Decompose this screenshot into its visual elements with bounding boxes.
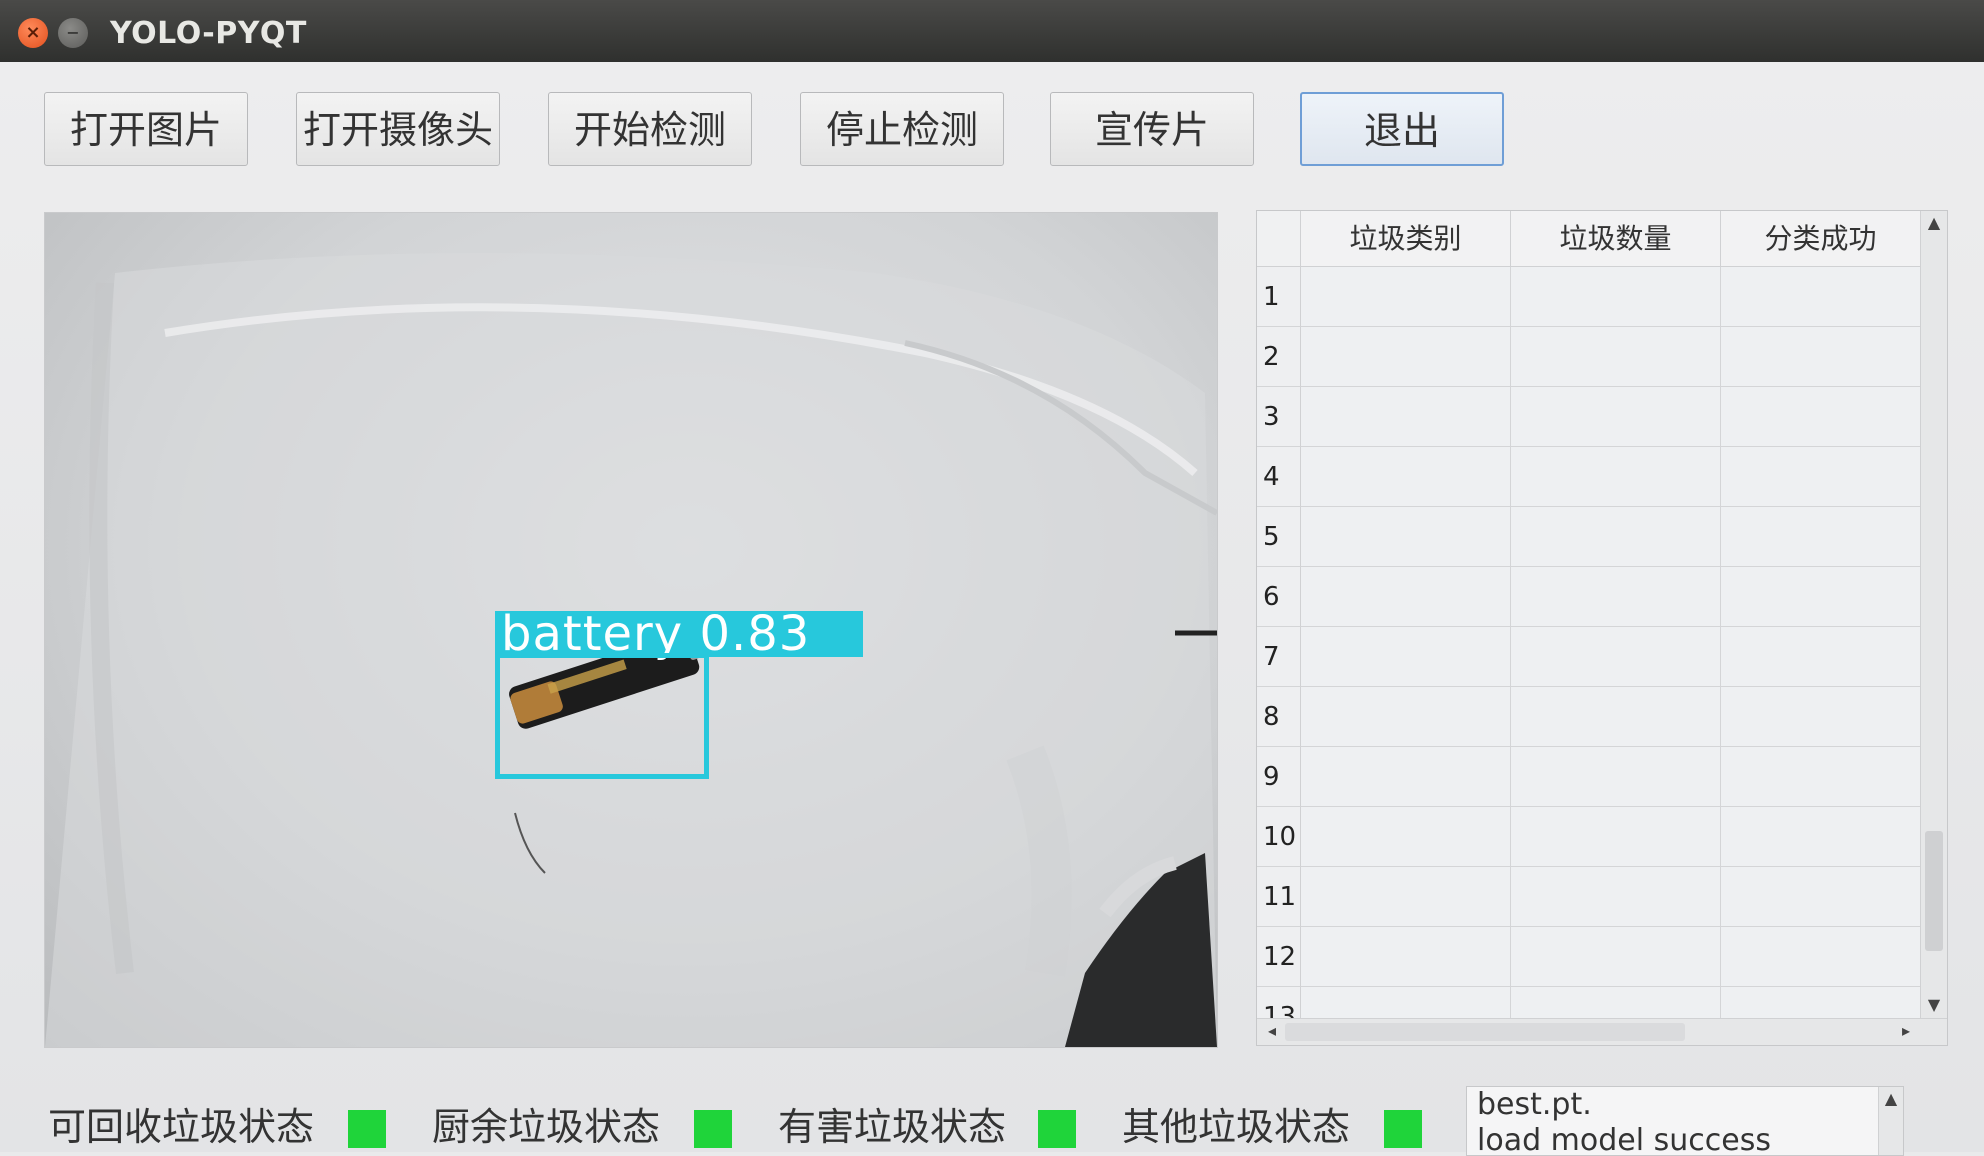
- table-cell[interactable]: [1511, 807, 1721, 867]
- table-cell[interactable]: [1721, 987, 1921, 1019]
- horizontal-scroll-thumb[interactable]: [1285, 1023, 1685, 1041]
- table-cell[interactable]: [1721, 387, 1921, 447]
- row-header[interactable]: 4: [1257, 447, 1301, 507]
- open-camera-button[interactable]: 打开摄像头: [296, 92, 500, 166]
- main-window: 打开图片 打开摄像头 开始检测 停止检测 宣传片 退出 battery 0.83: [0, 62, 1984, 1156]
- table-cell[interactable]: [1511, 567, 1721, 627]
- results-table[interactable]: 垃圾类别 垃圾数量 分类成功 1 2 3 4 5 6 7 8 9 10 11 12 13 ▲ ▼ ◂ ▸: [1256, 210, 1948, 1046]
- table-cell[interactable]: [1301, 867, 1511, 927]
- table-cell[interactable]: [1301, 507, 1511, 567]
- table-cell[interactable]: [1511, 867, 1721, 927]
- table-cell[interactable]: [1301, 387, 1511, 447]
- row-header[interactable]: 12: [1257, 927, 1301, 987]
- close-button[interactable]: ×: [18, 18, 48, 48]
- table-cell[interactable]: [1721, 867, 1921, 927]
- minimize-button[interactable]: −: [58, 18, 88, 48]
- table-cell[interactable]: [1511, 987, 1721, 1019]
- table-corner: [1257, 211, 1301, 267]
- log-line: load model success: [1477, 1123, 1771, 1156]
- table-cell[interactable]: [1721, 627, 1921, 687]
- column-header-success[interactable]: 分类成功: [1721, 211, 1921, 267]
- row-header[interactable]: 3: [1257, 387, 1301, 447]
- row-header[interactable]: 5: [1257, 507, 1301, 567]
- table-cell[interactable]: [1301, 927, 1511, 987]
- stop-detection-button[interactable]: 停止检测: [800, 92, 1004, 166]
- scroll-down-icon[interactable]: ▼: [1921, 995, 1947, 1014]
- table-cell[interactable]: [1721, 747, 1921, 807]
- column-header-count[interactable]: 垃圾数量: [1511, 211, 1721, 267]
- row-header[interactable]: 10: [1257, 807, 1301, 867]
- row-header[interactable]: 1: [1257, 267, 1301, 327]
- table-cell[interactable]: [1721, 687, 1921, 747]
- table-cell[interactable]: [1721, 567, 1921, 627]
- table-cell[interactable]: [1511, 447, 1721, 507]
- detection-image-view: battery 0.83: [44, 212, 1218, 1048]
- table-cell[interactable]: [1301, 627, 1511, 687]
- table-cell[interactable]: [1721, 807, 1921, 867]
- table-cell[interactable]: [1511, 687, 1721, 747]
- row-header[interactable]: 2: [1257, 327, 1301, 387]
- table-cell[interactable]: [1511, 507, 1721, 567]
- promo-video-button[interactable]: 宣传片: [1050, 92, 1254, 166]
- detection-label: battery 0.83: [495, 610, 863, 658]
- status-indicator-hazardous: [1038, 1110, 1076, 1148]
- table-cell[interactable]: [1511, 267, 1721, 327]
- row-header[interactable]: 7: [1257, 627, 1301, 687]
- vertical-scrollbar[interactable]: ▲ ▼: [1920, 211, 1947, 1019]
- exit-button[interactable]: 退出: [1300, 92, 1504, 166]
- table-cell[interactable]: [1511, 387, 1721, 447]
- status-label-other: 其他垃圾状态: [1122, 1105, 1351, 1149]
- log-line: best.pt.: [1477, 1087, 1592, 1122]
- scroll-left-icon[interactable]: ◂: [1259, 1021, 1285, 1040]
- status-label-hazardous: 有害垃圾状态: [778, 1105, 1007, 1149]
- table-cell[interactable]: [1511, 927, 1721, 987]
- detection-bounding-box: [495, 653, 709, 779]
- log-scrollbar[interactable]: ▲: [1878, 1087, 1903, 1155]
- table-cell[interactable]: [1721, 447, 1921, 507]
- row-header[interactable]: 13: [1257, 987, 1301, 1019]
- table-cell[interactable]: [1511, 627, 1721, 687]
- table-cell[interactable]: [1301, 327, 1511, 387]
- table-cell[interactable]: [1721, 927, 1921, 987]
- table-cell[interactable]: [1511, 327, 1721, 387]
- row-header[interactable]: 9: [1257, 747, 1301, 807]
- table-body: 1 2 3 4 5 6 7 8 9 10 11 12 13: [1257, 267, 1921, 1019]
- table-cell[interactable]: [1301, 987, 1511, 1019]
- vertical-scroll-thumb[interactable]: [1925, 831, 1943, 951]
- table-cell[interactable]: [1301, 567, 1511, 627]
- scroll-right-icon[interactable]: ▸: [1893, 1021, 1919, 1040]
- status-indicator-kitchen: [694, 1110, 732, 1148]
- column-header-category[interactable]: 垃圾类别: [1301, 211, 1511, 267]
- title-bar: × − YOLO-PYQT: [0, 0, 1984, 62]
- minimize-icon: −: [66, 23, 80, 42]
- close-icon: ×: [25, 22, 41, 43]
- status-label-recyclable: 可回收垃圾状态: [48, 1105, 315, 1149]
- log-output[interactable]: best.pt. load model success ▲: [1466, 1086, 1904, 1156]
- status-indicator-other: [1384, 1110, 1422, 1148]
- scroll-up-icon[interactable]: ▲: [1921, 213, 1947, 232]
- row-header[interactable]: 6: [1257, 567, 1301, 627]
- table-cell[interactable]: [1301, 447, 1511, 507]
- table-cell[interactable]: [1301, 687, 1511, 747]
- horizontal-scrollbar[interactable]: ◂ ▸: [1257, 1018, 1947, 1045]
- start-detection-button[interactable]: 开始检测: [548, 92, 752, 166]
- status-label-kitchen: 厨余垃圾状态: [432, 1105, 661, 1149]
- table-cell[interactable]: [1721, 267, 1921, 327]
- row-header[interactable]: 11: [1257, 867, 1301, 927]
- table-cell[interactable]: [1301, 807, 1511, 867]
- status-indicator-recyclable: [348, 1110, 386, 1148]
- table-cell[interactable]: [1301, 267, 1511, 327]
- table-cell[interactable]: [1721, 327, 1921, 387]
- table-cell[interactable]: [1301, 747, 1511, 807]
- row-header[interactable]: 8: [1257, 687, 1301, 747]
- open-image-button[interactable]: 打开图片: [44, 92, 248, 166]
- table-cell[interactable]: [1511, 747, 1721, 807]
- scroll-up-icon[interactable]: ▲: [1879, 1089, 1903, 1108]
- table-cell[interactable]: [1721, 507, 1921, 567]
- window-title: YOLO-PYQT: [110, 16, 307, 51]
